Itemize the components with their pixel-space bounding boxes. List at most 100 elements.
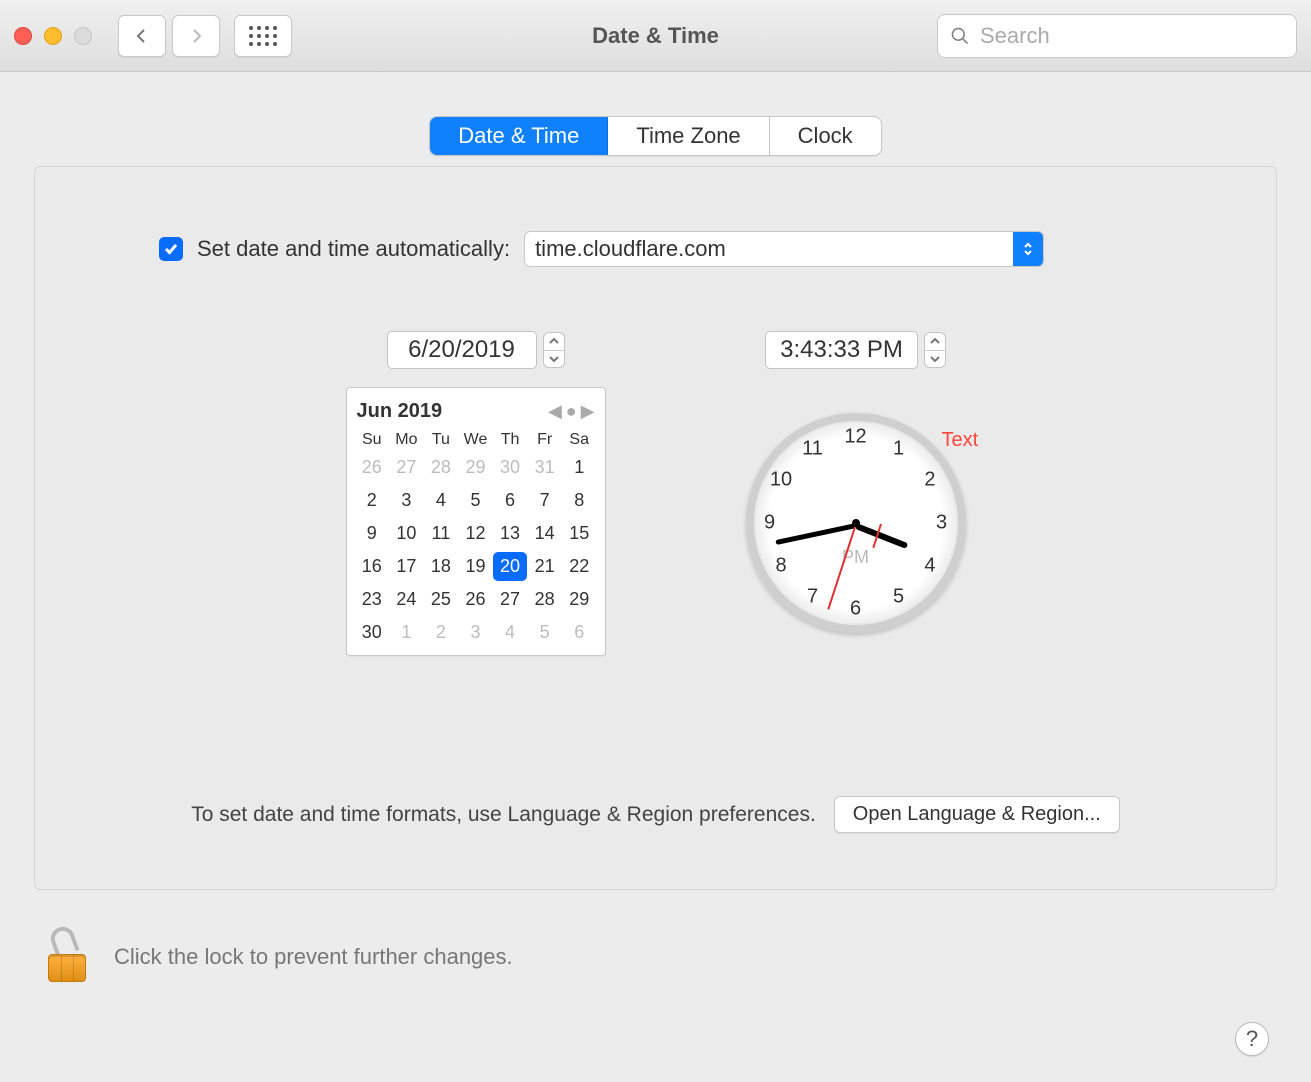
window-controls [14, 27, 92, 45]
minimize-window-button[interactable] [44, 27, 62, 45]
calendar-day[interactable]: 30 [493, 453, 528, 482]
clock-number: 1 [887, 437, 911, 460]
calendar-day[interactable]: 9 [355, 519, 390, 548]
show-all-button[interactable] [234, 15, 292, 57]
date-step-up[interactable] [544, 333, 564, 351]
calendar-dow: Fr [527, 431, 562, 449]
calendar-day[interactable]: 30 [355, 618, 390, 647]
date-field-group: 6/20/2019 [387, 331, 565, 369]
calendar-day[interactable]: 26 [458, 585, 493, 614]
clock-number: 9 [758, 512, 782, 535]
tab-date-time[interactable]: Date & Time [430, 117, 608, 155]
time-column: 3:43:33 PM PM 121234567891011 [746, 331, 966, 656]
clock-overlay-text: Text [942, 429, 979, 452]
auto-set-label: Set date and time automatically: [197, 236, 510, 262]
back-button[interactable] [118, 15, 166, 57]
calendar-day[interactable]: 1 [562, 453, 597, 482]
calendar-day[interactable]: 5 [527, 618, 562, 647]
date-input[interactable]: 6/20/2019 [387, 331, 537, 369]
clock-number: 3 [930, 512, 954, 535]
calendar-day[interactable]: 29 [458, 453, 493, 482]
calendar-day[interactable]: 1 [389, 618, 424, 647]
calendar-day[interactable]: 2 [355, 486, 390, 515]
close-window-button[interactable] [14, 27, 32, 45]
calendar-day[interactable]: 27 [493, 585, 528, 614]
date-stepper[interactable] [543, 332, 565, 368]
chevron-up-down-icon [1021, 242, 1035, 256]
calendar-day[interactable]: 10 [389, 519, 424, 548]
calendar-day[interactable]: 3 [389, 486, 424, 515]
calendar-day[interactable]: 16 [355, 552, 390, 581]
calendar-day[interactable]: 8 [562, 486, 597, 515]
calendar-day[interactable]: 12 [458, 519, 493, 548]
clock-number: 4 [918, 555, 942, 578]
time-server-combo[interactable]: time.cloudflare.com [524, 231, 1044, 267]
nav-group [118, 15, 220, 57]
calendar-month-label: Jun 2019 [357, 400, 548, 423]
calendar-day[interactable]: 15 [562, 519, 597, 548]
calendar-dow: We [458, 431, 493, 449]
calendar-day[interactable]: 28 [527, 585, 562, 614]
tab-time-zone[interactable]: Time Zone [608, 117, 769, 155]
date-column: 6/20/2019 Jun 2019 ◀ ● ▶ [346, 331, 606, 656]
calendar-day[interactable]: 20 [493, 552, 528, 581]
preferences-pane: Set date and time automatically: time.cl… [34, 166, 1277, 890]
calendar-prev-button[interactable]: ◀ [548, 401, 562, 422]
auto-set-row: Set date and time automatically: time.cl… [159, 231, 1216, 267]
calendar-day[interactable]: 6 [493, 486, 528, 515]
chevron-right-icon [188, 28, 204, 44]
calendar-day[interactable]: 29 [562, 585, 597, 614]
calendar-day[interactable]: 7 [527, 486, 562, 515]
calendar-today-button[interactable]: ● [566, 401, 577, 422]
time-input[interactable]: 3:43:33 PM [765, 331, 918, 369]
calendar-next-button[interactable]: ▶ [581, 401, 595, 422]
calendar-dow: Mo [389, 431, 424, 449]
grid-icon [249, 26, 277, 46]
calendar-day[interactable]: 3 [458, 618, 493, 647]
forward-button[interactable] [172, 15, 220, 57]
time-step-down[interactable] [925, 351, 945, 368]
calendar-day[interactable]: 17 [389, 552, 424, 581]
help-button[interactable]: ? [1235, 1022, 1269, 1056]
clock-number: 5 [887, 586, 911, 609]
calendar-day[interactable]: 23 [355, 585, 390, 614]
calendar-day[interactable]: 27 [389, 453, 424, 482]
zoom-window-button [74, 27, 92, 45]
calendar-day[interactable]: 25 [424, 585, 459, 614]
checkmark-icon [163, 241, 179, 257]
calendar-day[interactable]: 13 [493, 519, 528, 548]
tab-clock[interactable]: Clock [770, 117, 881, 155]
open-language-region-button[interactable]: Open Language & Region... [834, 796, 1120, 833]
calendar-day[interactable]: 31 [527, 453, 562, 482]
calendar-day[interactable]: 2 [424, 618, 459, 647]
analog-clock: PM 121234567891011 Text [746, 413, 966, 633]
calendar-day[interactable]: 14 [527, 519, 562, 548]
calendar-day[interactable]: 24 [389, 585, 424, 614]
calendar-day[interactable]: 4 [424, 486, 459, 515]
calendar-day[interactable]: 4 [493, 618, 528, 647]
calendar-day[interactable]: 11 [424, 519, 459, 548]
search-input[interactable] [980, 23, 1284, 49]
clock-center-pin [852, 519, 860, 527]
date-step-down[interactable] [544, 351, 564, 368]
title-bar: Date & Time [0, 0, 1311, 72]
calendar-day[interactable]: 19 [458, 552, 493, 581]
time-stepper[interactable] [924, 332, 946, 368]
clock-number: 2 [918, 469, 942, 492]
clock-number: 8 [769, 555, 793, 578]
footer-hint: To set date and time formats, use Langua… [191, 803, 816, 827]
calendar-day[interactable]: 28 [424, 453, 459, 482]
clock-number: 10 [769, 469, 793, 492]
clock-number: 11 [801, 437, 825, 460]
calendar-day[interactable]: 6 [562, 618, 597, 647]
calendar-day[interactable]: 18 [424, 552, 459, 581]
calendar-day[interactable]: 5 [458, 486, 493, 515]
calendar-day[interactable]: 21 [527, 552, 562, 581]
calendar-day[interactable]: 22 [562, 552, 597, 581]
auto-set-checkbox[interactable] [159, 237, 183, 261]
time-step-up[interactable] [925, 333, 945, 351]
combo-dropdown-button[interactable] [1013, 232, 1043, 266]
search-field[interactable] [937, 14, 1297, 58]
lock-icon[interactable] [48, 932, 88, 982]
calendar-day[interactable]: 26 [355, 453, 390, 482]
